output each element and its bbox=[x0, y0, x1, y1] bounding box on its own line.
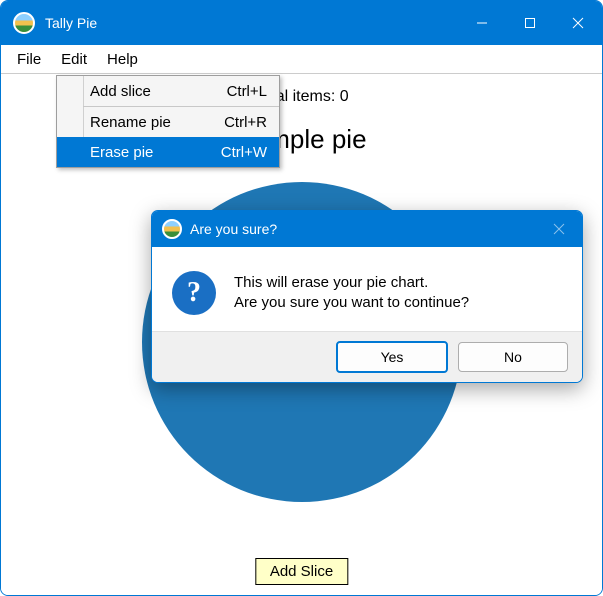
dialog-message-line1: This will erase your pie chart. bbox=[234, 273, 469, 293]
add-slice-button[interactable]: Add Slice bbox=[255, 558, 348, 585]
app-icon bbox=[13, 12, 35, 34]
menu-item-shortcut: Ctrl+L bbox=[227, 83, 279, 100]
minimize-button[interactable] bbox=[458, 1, 506, 45]
minimize-icon bbox=[476, 17, 488, 29]
menu-edit[interactable]: Edit bbox=[51, 48, 97, 71]
app-icon bbox=[162, 219, 182, 239]
dialog-button-row: Yes No bbox=[152, 331, 582, 382]
app-window: Tally Pie File Edit Help Total items: 0 … bbox=[0, 0, 603, 596]
menu-item-label: Erase pie bbox=[84, 144, 221, 161]
titlebar: Tally Pie bbox=[1, 1, 602, 45]
close-icon bbox=[553, 223, 565, 235]
window-controls bbox=[458, 1, 602, 45]
menu-item-shortcut: Ctrl+R bbox=[224, 114, 279, 131]
menu-file[interactable]: File bbox=[7, 48, 51, 71]
menu-item-rename-pie[interactable]: Rename pie Ctrl+R bbox=[57, 107, 279, 137]
menu-item-label: Add slice bbox=[84, 83, 227, 100]
menu-icon-col bbox=[57, 107, 84, 137]
dialog-message: This will erase your pie chart. Are you … bbox=[234, 271, 469, 315]
maximize-icon bbox=[524, 17, 536, 29]
menu-item-erase-pie[interactable]: Erase pie Ctrl+W bbox=[57, 137, 279, 167]
close-button[interactable] bbox=[554, 1, 602, 45]
dialog-body: ? This will erase your pie chart. Are yo… bbox=[152, 247, 582, 331]
question-icon: ? bbox=[172, 271, 216, 315]
menu-help[interactable]: Help bbox=[97, 48, 148, 71]
no-button[interactable]: No bbox=[458, 342, 568, 372]
dialog-titlebar: Are you sure? bbox=[152, 211, 582, 247]
edit-menu-dropdown: Add slice Ctrl+L Rename pie Ctrl+R Erase… bbox=[56, 75, 280, 168]
menu-icon-col bbox=[57, 76, 84, 106]
close-icon bbox=[572, 17, 584, 29]
maximize-button[interactable] bbox=[506, 1, 554, 45]
app-title: Tally Pie bbox=[45, 15, 97, 31]
dialog-message-line2: Are you sure you want to continue? bbox=[234, 293, 469, 313]
dialog-close-button[interactable] bbox=[536, 211, 582, 247]
menu-item-shortcut: Ctrl+W bbox=[221, 144, 279, 161]
menu-item-add-slice[interactable]: Add slice Ctrl+L bbox=[57, 76, 279, 106]
yes-button[interactable]: Yes bbox=[336, 341, 448, 373]
dialog-title: Are you sure? bbox=[190, 221, 277, 237]
menu-item-label: Rename pie bbox=[84, 114, 224, 131]
confirm-dialog: Are you sure? ? This will erase your pie… bbox=[151, 210, 583, 383]
menubar: File Edit Help bbox=[1, 45, 602, 74]
menu-icon-col bbox=[57, 137, 84, 167]
